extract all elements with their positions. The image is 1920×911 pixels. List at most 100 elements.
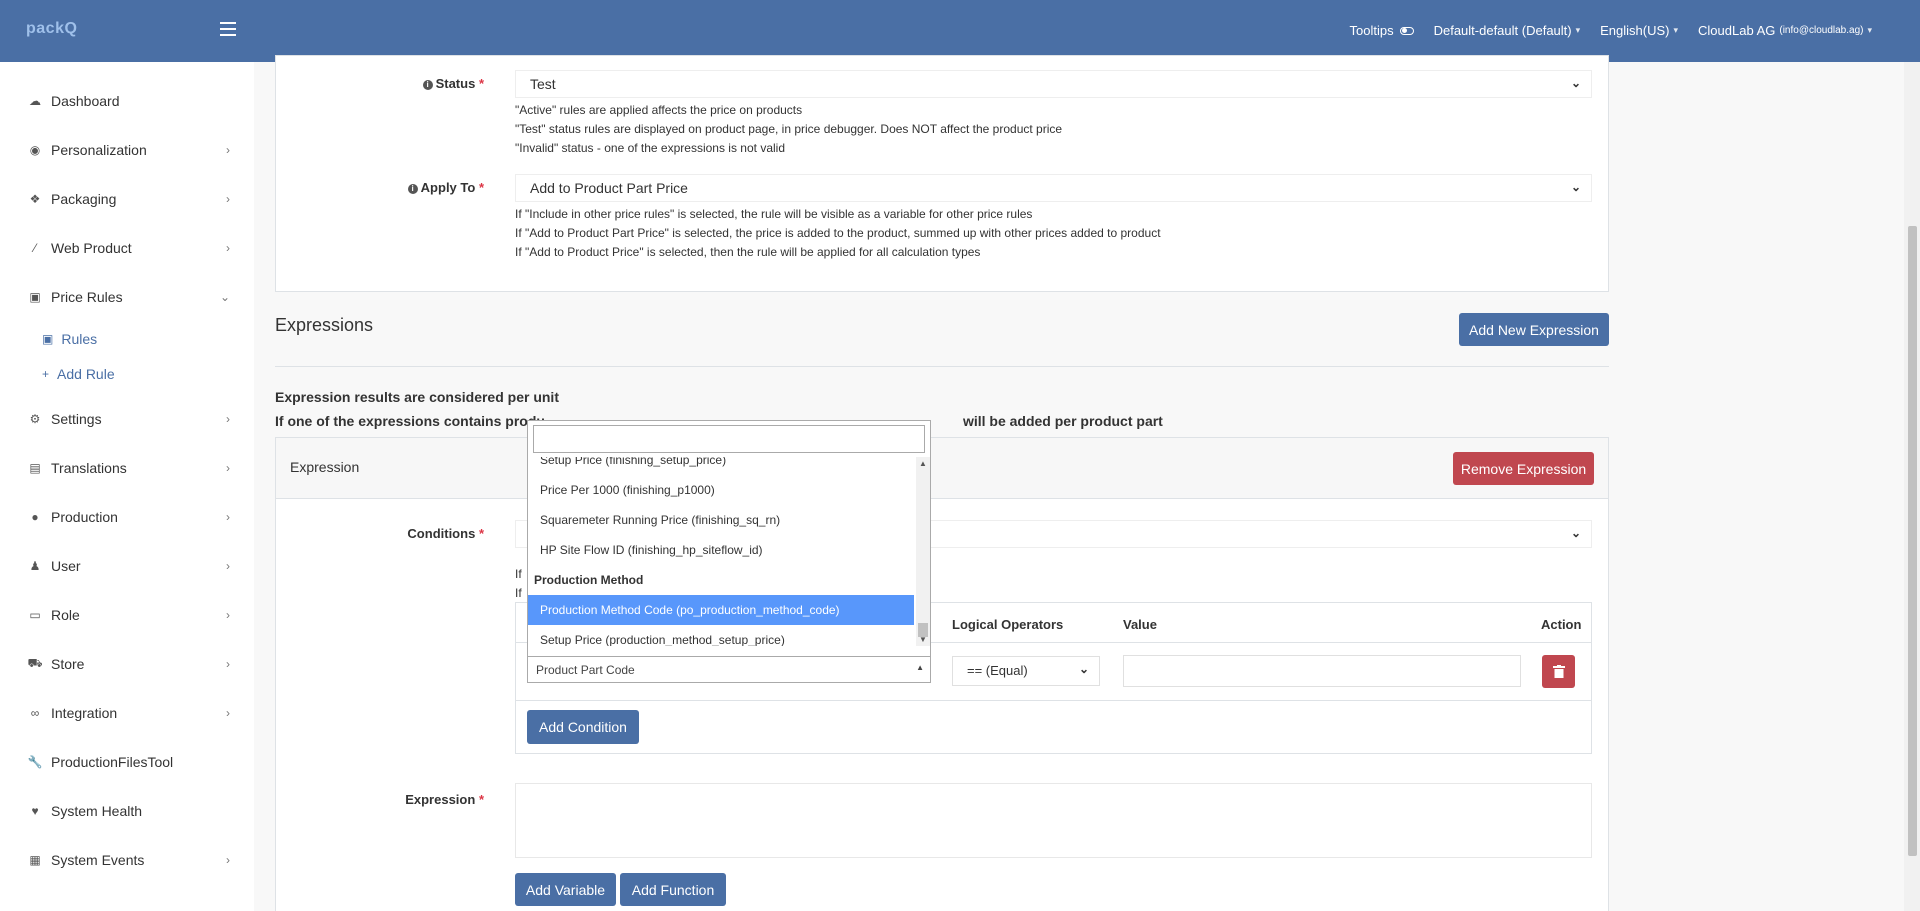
sidebar-item-packaging[interactable]: ❖ Packaging ›	[0, 179, 254, 219]
language-selector[interactable]: English(US) ▾	[1600, 23, 1678, 38]
sidebar-item-label: ProductionFilesTool	[51, 754, 174, 770]
user-icon: ♟	[29, 559, 41, 573]
wrench-icon: 🔧	[27, 755, 43, 769]
add-new-expression-button[interactable]: Add New Expression	[1459, 313, 1609, 346]
sidebar-item-productionfilestool[interactable]: 🔧 ProductionFilesTool	[0, 742, 254, 782]
dropdown-option[interactable]: Squaremeter Running Price (finishing_sq_…	[528, 505, 914, 535]
dropdown-option[interactable]: HP Site Flow ID (finishing_hp_siteflow_i…	[528, 535, 914, 565]
language-icon: ▤	[29, 461, 41, 475]
page-scrollbar[interactable]	[1904, 62, 1920, 911]
sidebar: ☁ Dashboard ◉ Personalization › ❖ Packag…	[0, 62, 254, 911]
dropdown-option-highlighted[interactable]: Production Method Code (po_production_me…	[528, 595, 914, 625]
sidebar-item-label: Integration	[51, 705, 118, 721]
dropbox-icon: ❖	[29, 192, 41, 206]
expression-textarea[interactable]	[515, 783, 1592, 858]
sidebar-item-label: User	[51, 558, 81, 574]
sidebar-item-user[interactable]: ♟ User ›	[0, 546, 254, 586]
sidebar-item-label: Personalization	[51, 142, 147, 158]
chevron-right-icon: ›	[226, 510, 230, 524]
store-selector[interactable]: Default-default (Default) ▾	[1434, 23, 1581, 38]
tooltips-toggle[interactable]: Tooltips	[1350, 23, 1414, 38]
sidebar-item-integration[interactable]: ∞ Integration ›	[0, 693, 254, 733]
sidebar-item-label: Settings	[51, 411, 102, 427]
sidebar-subitem-rules[interactable]: ▣ Rules	[42, 324, 97, 354]
add-condition-button[interactable]: Add Condition	[527, 710, 639, 744]
dropdown-option[interactable]: Price Per 1000 (finishing_p1000)	[528, 475, 914, 505]
variable-select[interactable]: Product Part Code ▲	[528, 656, 930, 683]
sidebar-item-label: Price Rules	[51, 289, 123, 305]
add-function-button[interactable]: Add Function	[620, 873, 726, 906]
cart-icon: ⛟	[27, 656, 43, 670]
chevron-right-icon: ›	[226, 143, 230, 157]
dropdown-option[interactable]: Setup Price (production_method_setup_pri…	[528, 625, 914, 646]
logical-operator-select[interactable]: == (Equal) ⌄	[952, 656, 1100, 686]
scrollbar-thumb[interactable]	[1908, 226, 1917, 856]
status-value: Test	[530, 76, 556, 92]
dropdown-options-list: Setup Price (finishing_setup_price) Pric…	[528, 457, 914, 646]
menu-toggle-icon[interactable]	[220, 22, 236, 36]
product-hunt-icon: ●	[31, 510, 39, 524]
app-logo[interactable]: packQ	[26, 20, 77, 38]
top-navbar: packQ Tooltips Default-default (Default)…	[0, 0, 1920, 62]
info-icon[interactable]: i	[407, 184, 418, 194]
cloud-icon: ☁	[29, 94, 41, 108]
dropdown-option[interactable]: Setup Price (finishing_setup_price)	[528, 457, 914, 475]
heartbeat-icon: ♥	[31, 804, 39, 818]
dropdown-group-header: Production Method	[534, 573, 644, 587]
magic-wand-icon: ⁄	[33, 241, 36, 255]
dropdown-scrollbar[interactable]: ▲ ▼	[916, 457, 930, 646]
sidebar-item-label: Web Product	[51, 240, 132, 256]
column-value: Value	[1123, 617, 1157, 632]
sidebar-subitem-add-rule[interactable]: + Add Rule	[42, 359, 115, 389]
add-variable-button[interactable]: Add Variable	[515, 873, 616, 906]
trash-icon	[1552, 665, 1565, 678]
info-icon[interactable]: i	[422, 80, 433, 90]
sidebar-item-production[interactable]: ● Production ›	[0, 497, 254, 537]
scroll-down-icon[interactable]: ▼	[919, 635, 927, 644]
logical-operator-value: == (Equal)	[967, 663, 1028, 678]
status-select[interactable]: Test ⌄	[515, 70, 1592, 98]
scroll-up-icon[interactable]: ▲	[919, 459, 927, 468]
gears-icon: ⚙	[29, 412, 41, 426]
toggle-icon	[1399, 26, 1414, 35]
sidebar-item-system-health[interactable]: ♥ System Health	[0, 791, 254, 831]
account-menu[interactable]: CloudLab AG (info@cloudlab.ag) ▾	[1698, 23, 1872, 38]
dropdown-search-input[interactable]	[533, 425, 925, 453]
calendar-icon: ▦	[29, 853, 41, 867]
chevron-right-icon: ›	[226, 608, 230, 622]
sidebar-item-translations[interactable]: ▤ Translations ›	[0, 448, 254, 488]
apply-to-value: Add to Product Part Price	[530, 180, 688, 196]
sidebar-item-settings[interactable]: ⚙ Settings ›	[0, 399, 254, 439]
chevron-down-icon: ⌄	[1570, 526, 1581, 540]
money-icon: ▣	[29, 290, 41, 304]
chevron-right-icon: ›	[226, 461, 230, 475]
caret-up-icon: ▲	[916, 663, 924, 672]
sidebar-item-role[interactable]: ▭ Role ›	[0, 595, 254, 635]
chevron-right-icon: ›	[226, 241, 230, 255]
status-label: i Status *	[380, 76, 484, 91]
remove-expression-button[interactable]: Remove Expression	[1453, 452, 1594, 485]
sidebar-item-personalization[interactable]: ◉ Personalization ›	[0, 130, 254, 170]
apply-to-select[interactable]: Add to Product Part Price ⌄	[515, 174, 1592, 202]
sidebar-item-price-rules[interactable]: ▣ Price Rules ⌄	[0, 277, 254, 317]
table-row-divider	[516, 700, 1591, 701]
expression-card-header	[276, 438, 1608, 499]
language-label: English(US)	[1600, 23, 1670, 38]
sidebar-item-dashboard[interactable]: ☁ Dashboard	[0, 81, 254, 121]
store-selector-label: Default-default (Default)	[1433, 23, 1572, 38]
plus-icon: +	[42, 367, 50, 381]
sidebar-item-web-product[interactable]: ⁄ Web Product ›	[0, 228, 254, 268]
delete-condition-button[interactable]	[1542, 655, 1575, 688]
column-logical-operators: Logical Operators	[952, 617, 1064, 632]
id-card-icon: ▭	[29, 608, 41, 622]
sidebar-item-system-events[interactable]: ▦ System Events ›	[0, 840, 254, 880]
divider	[275, 366, 1609, 367]
chevron-down-icon: ⌄	[1570, 76, 1581, 90]
sidebar-item-label: Store	[51, 656, 85, 672]
sidebar-subitem-label: Rules	[61, 331, 98, 347]
variable-select-value: Product Part Code	[536, 663, 635, 677]
caret-down-icon: ▾	[1575, 25, 1581, 35]
condition-value-input[interactable]	[1123, 655, 1521, 687]
chevron-down-icon: ⌄	[1078, 662, 1089, 676]
sidebar-item-store[interactable]: ⛟ Store ›	[0, 644, 254, 684]
